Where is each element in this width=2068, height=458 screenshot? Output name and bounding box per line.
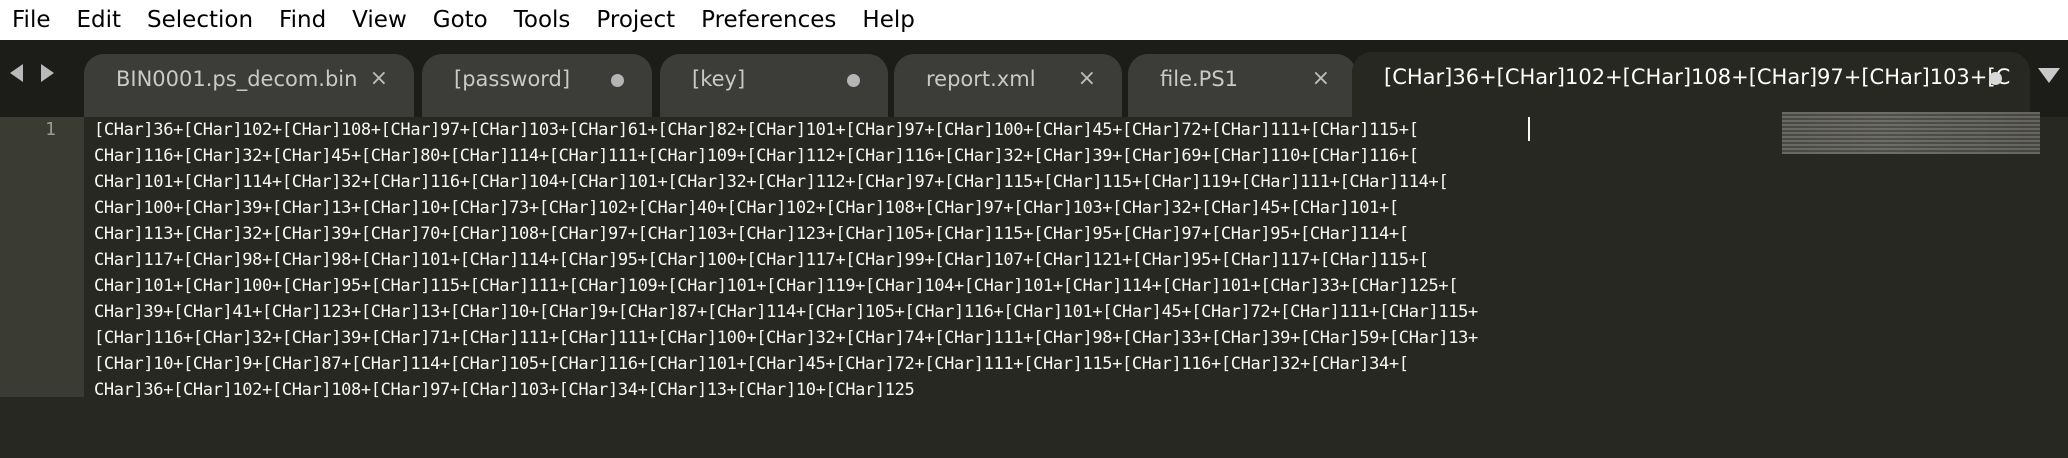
code-line: CHar]101+[CHar]100+[CHar]95+[CHar]115+[C… xyxy=(94,276,1459,296)
chevron-right-icon[interactable] xyxy=(41,64,54,82)
menu-preferences[interactable]: Preferences xyxy=(688,0,849,40)
tab-active-document[interactable]: [CHar]36+[CHar]102+[CHar]108+[CHar]97+[C… xyxy=(1352,52,2030,117)
tab-file-ps1[interactable]: file.PS1 × xyxy=(1128,54,1356,117)
close-icon[interactable]: × xyxy=(1078,54,1096,104)
menu-find[interactable]: Find xyxy=(266,0,339,40)
text-caret xyxy=(1528,117,1530,141)
tab-report-xml[interactable]: report.xml × xyxy=(894,54,1122,117)
menu-view[interactable]: View xyxy=(339,0,420,40)
chevron-left-icon[interactable] xyxy=(10,64,23,82)
chevron-down-icon[interactable] xyxy=(2038,68,2060,83)
tab-label: file.PS1 xyxy=(1160,67,1239,91)
code-line: CHar]100+[CHar]39+[CHar]13+[CHar]10+[CHa… xyxy=(94,198,1399,218)
tab-bar: BIN0001.ps_decom.bin × [password] [key] … xyxy=(0,40,2068,117)
tab-label: [password] xyxy=(454,67,571,91)
menu-tools[interactable]: Tools xyxy=(501,0,584,40)
code-line: CHar]113+[CHar]32+[CHar]39+[CHar]70+[CHa… xyxy=(94,224,1409,244)
code-line: [CHar]10+[CHar]9+[CHar]87+[CHar]114+[CHa… xyxy=(94,354,1409,374)
tab-label: [key] xyxy=(692,67,746,91)
minimap[interactable] xyxy=(1782,112,2040,154)
tab-key[interactable]: [key] xyxy=(660,54,888,117)
tab-label: BIN0001.ps_decom.bin xyxy=(116,67,358,91)
tab-label: report.xml xyxy=(926,67,1036,91)
menu-file[interactable]: File xyxy=(0,0,64,40)
menu-bar: File Edit Selection Find View Goto Tools… xyxy=(0,0,2068,40)
line-gutter: 1 xyxy=(0,117,84,397)
menu-project[interactable]: Project xyxy=(583,0,688,40)
code-line: CHar]117+[CHar]98+[CHar]98+[CHar]101+[CH… xyxy=(94,250,1429,270)
menu-help[interactable]: Help xyxy=(849,0,927,40)
code-line: [CHar]116+[CHar]32+[CHar]39+[CHar]71+[CH… xyxy=(94,328,1478,348)
menu-goto[interactable]: Goto xyxy=(420,0,501,40)
menu-edit[interactable]: Edit xyxy=(64,0,135,40)
line-number: 1 xyxy=(45,119,56,140)
tab-navigation xyxy=(10,64,54,82)
code-editor[interactable]: [CHar]36+[CHar]102+[CHar]108+[CHar]97+[C… xyxy=(94,117,1794,403)
code-line: CHar]116+[CHar]32+[CHar]45+[CHar]80+[CHa… xyxy=(94,146,1419,166)
code-line: CHar]101+[CHar]114+[CHar]32+[CHar]116+[C… xyxy=(94,172,1449,192)
code-line: CHar]39+[CHar]41+[CHar]123+[CHar]13+[CHa… xyxy=(94,302,1478,322)
dot-icon[interactable] xyxy=(611,74,624,87)
menu-selection[interactable]: Selection xyxy=(134,0,266,40)
dot-icon[interactable] xyxy=(847,74,860,87)
close-icon[interactable]: × xyxy=(1312,54,1330,104)
code-line: CHar]36+[CHar]102+[CHar]108+[CHar]97+[CH… xyxy=(94,380,915,400)
dot-icon[interactable] xyxy=(1989,72,2002,85)
tab-password[interactable]: [password] xyxy=(422,54,652,117)
code-line: [CHar]36+[CHar]102+[CHar]108+[CHar]97+[C… xyxy=(94,120,1419,140)
tab-label: [CHar]36+[CHar]102+[CHar]108+[CHar]97+[C… xyxy=(1384,65,2011,89)
tab-bin0001[interactable]: BIN0001.ps_decom.bin × xyxy=(84,54,414,117)
close-icon[interactable]: × xyxy=(370,54,388,104)
